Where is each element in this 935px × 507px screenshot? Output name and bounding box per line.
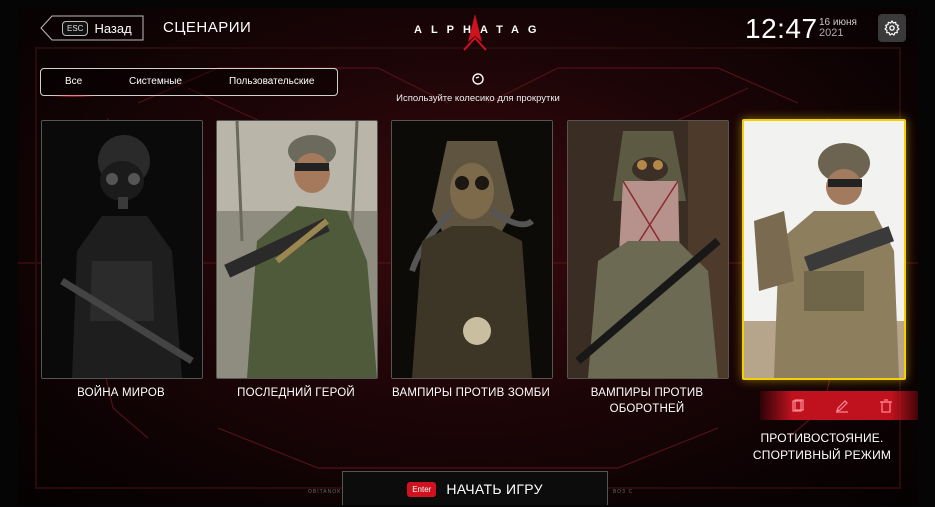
mouse-wheel-icon (472, 73, 484, 85)
settings-button[interactable] (878, 14, 906, 42)
soldier-gasmask-image (42, 121, 202, 378)
edit-icon[interactable] (834, 398, 850, 414)
spec-ops-soldier-image (744, 121, 904, 378)
footer-right-text: ВОЗ С (613, 489, 634, 495)
scroll-hint-text: Используйте колесико для прокрутки (396, 93, 560, 104)
scenario-title: ВАМПИРЫ ПРОТИВ ЗОМБИ (391, 387, 551, 399)
scenario-title-line2: ОБОРОТНЕЙ (609, 403, 685, 415)
date-year: 2021 (819, 27, 844, 39)
app-stage: ESC Назад СЦЕНАРИИ ALPHATAG 12:47 16 июн… (18, 8, 918, 505)
scenario-card[interactable] (41, 120, 203, 379)
scenario-title: ВОЙНА МИРОВ (77, 387, 165, 399)
tab-custom[interactable]: Пользовательские (229, 76, 314, 87)
back-label: Назад (94, 20, 132, 36)
scenario-card-selected[interactable] (742, 119, 906, 380)
delete-icon[interactable] (878, 398, 894, 414)
start-game-button[interactable]: Enter НАЧАТЬ ИГРУ (342, 471, 608, 505)
gear-icon (884, 20, 900, 36)
scenario-card[interactable] (216, 120, 378, 379)
clock-time: 12:47 (745, 13, 818, 44)
start-game-label: НАЧАТЬ ИГРУ (446, 481, 543, 497)
copy-icon[interactable] (790, 398, 806, 414)
scenario-title-line1: ВАМПИРЫ ПРОТИВ (590, 387, 704, 399)
shemagh-fighter-image (568, 121, 728, 378)
back-button[interactable]: ESC Назад (40, 15, 144, 41)
scroll-hint: Используйте колесико для прокрутки (378, 72, 578, 104)
scenario-title: ВАМПИРЫ ПРОТИВ ОБОРОТНЕЙ (565, 385, 729, 417)
scenario-card[interactable] (391, 120, 553, 379)
scenario-title: ПОСЛЕДНИЙ ГЕРОЙ (237, 387, 355, 399)
scenario-title-line1: ПРОТИВОСТОЯНИЕ. (760, 431, 884, 445)
tab-system[interactable]: Системные (129, 76, 182, 87)
enter-key-badge: Enter (407, 481, 437, 497)
alphatag-logo: ALPHATAG (410, 12, 540, 52)
clock-date: 16 июня 2021 (819, 17, 857, 39)
page-title: СЦЕНАРИИ (163, 19, 252, 36)
filter-tabs: Все Системные Пользовательские (40, 68, 338, 97)
tab-all[interactable]: Все (48, 76, 99, 97)
scenario-card[interactable] (567, 120, 729, 379)
footer-left-text: OBITANOK (308, 489, 342, 495)
logo-text: ALPHATAG (414, 24, 546, 36)
hooded-gasmask-image (392, 121, 552, 378)
soldier-machinegun-image (217, 121, 377, 378)
scenario-title-selected: ПРОТИВОСТОЯНИЕ. СПОРТИВНЫЙ РЕЖИМ (740, 430, 904, 464)
scenario-title-line2: СПОРТИВНЫЙ РЕЖИМ (752, 448, 892, 462)
esc-key-badge: ESC (62, 20, 89, 36)
card-action-bar (760, 391, 918, 420)
